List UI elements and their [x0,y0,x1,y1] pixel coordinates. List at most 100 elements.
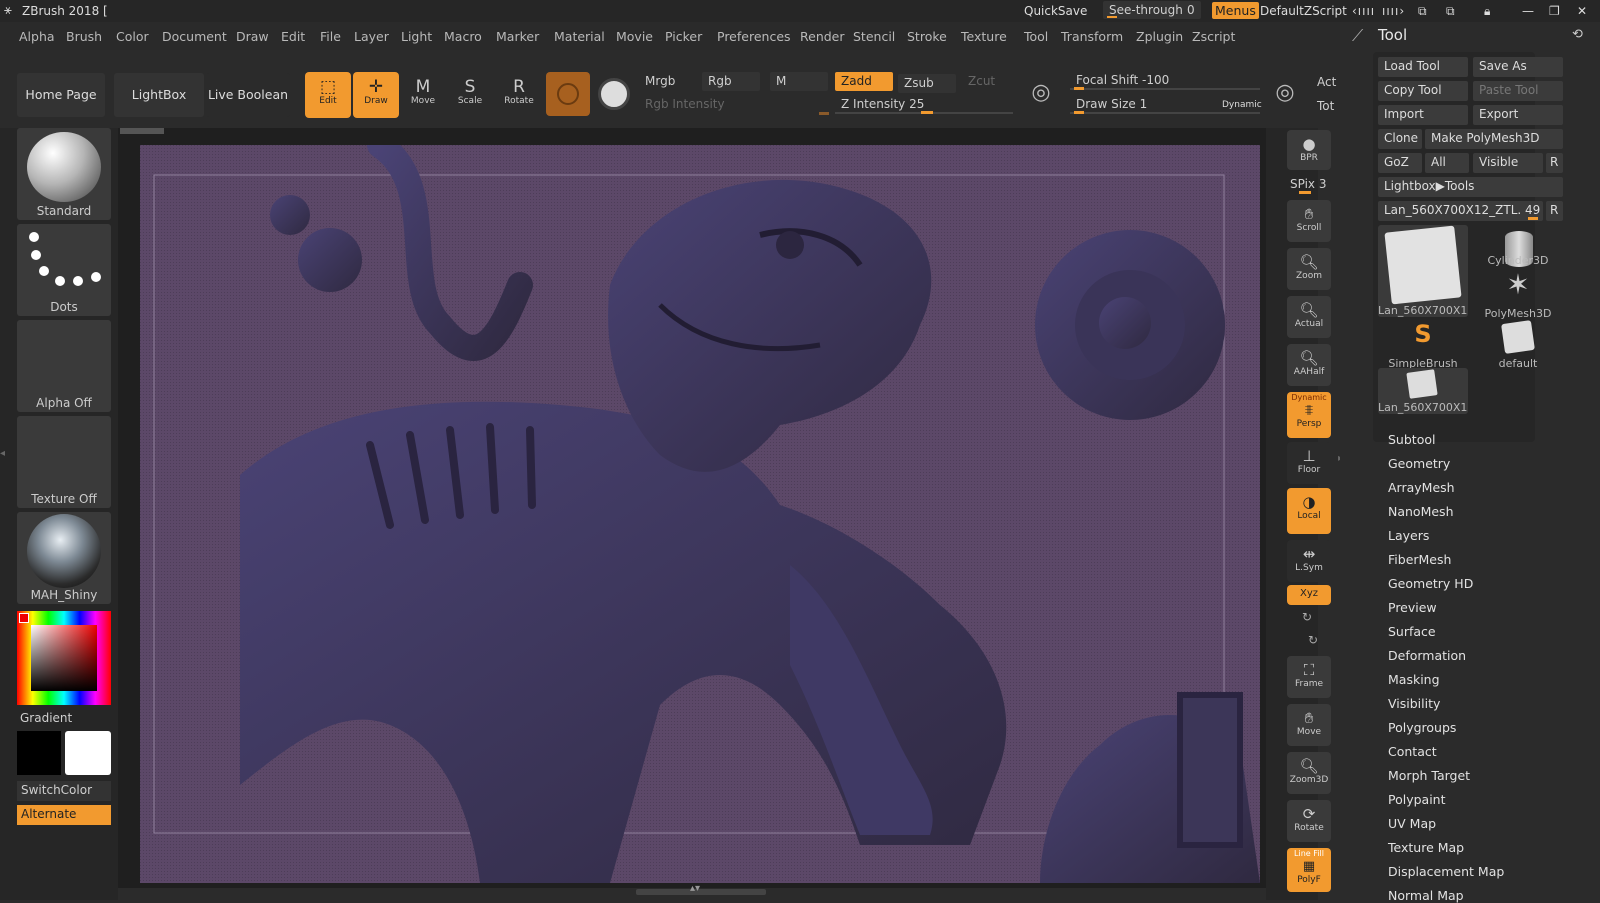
menu-macro[interactable]: Macro [444,29,482,44]
subpalette-displacement-map[interactable]: Displacement Map [1388,864,1504,879]
current-tool-slider[interactable]: Lan_560X700X12_ZTL. 49 [1378,201,1543,221]
goz-button[interactable]: GoZ [1378,153,1422,173]
frame-button[interactable]: ⛶ Frame [1287,656,1331,698]
close-icon[interactable]: ✕ [1577,4,1587,18]
menus-button[interactable]: Menus [1212,2,1259,19]
menu-alpha[interactable]: Alpha [19,29,55,44]
lock-icon[interactable]: 🔒︎ [1484,4,1490,19]
menu-file[interactable]: File [320,29,341,44]
quicksave-button[interactable]: QuickSave [1024,4,1087,18]
zadd-button[interactable]: Zadd [835,72,893,91]
minimize-icon[interactable]: — [1522,4,1534,18]
zcut-button[interactable]: Zcut [962,72,1012,91]
actual-button[interactable]: 🔍︎ Actual [1287,296,1331,338]
subpalette-masking[interactable]: Masking [1388,672,1440,687]
menu-texture[interactable]: Texture [961,29,1007,44]
polyf-button[interactable]: Line Fill ▦ PolyF [1287,848,1331,892]
bar-layout-icon[interactable]: ‹ıııı [1352,4,1375,18]
maximize-icon[interactable]: ❐ [1549,4,1560,18]
z-intensity-slider[interactable]: Z Intensity 25 [835,95,1013,114]
m-button[interactable]: M [770,72,828,91]
tool-thumb-default[interactable]: default [1473,320,1563,370]
menu-movie[interactable]: Movie [616,29,653,44]
clone-button[interactable]: Clone [1378,129,1422,149]
tool-palette-title[interactable]: Tool [1378,26,1407,44]
menu-document[interactable]: Document [162,29,227,44]
gradient-label[interactable]: Gradient [20,711,72,725]
tool-thumb-lan-1[interactable]: Lan_560X700X12 [1378,225,1468,317]
subpalette-morph-target[interactable]: Morph Target [1388,768,1470,783]
menu-edit[interactable]: Edit [281,29,305,44]
home-page-button[interactable]: Home Page [17,73,105,117]
load-tool-button[interactable]: Load Tool [1378,57,1468,77]
menu-color[interactable]: Color [116,29,149,44]
alternate-button[interactable]: Alternate [17,805,111,825]
draw-button[interactable]: ✛ Draw [353,72,399,118]
window-layout-2-icon[interactable]: ⧉ [1446,4,1455,19]
goz-r-button[interactable]: R [1546,153,1563,173]
focal-shift-icon[interactable]: ◎ [1024,80,1058,114]
save-as-button[interactable]: Save As [1473,57,1563,77]
rgb-intensity-slider[interactable]: Rgb Intensity [639,95,829,115]
material-sphere-button[interactable] [546,72,590,116]
copy-tool-button[interactable]: Copy Tool [1378,81,1468,101]
subpalette-nanomesh[interactable]: NanoMesh [1388,504,1454,519]
menu-draw[interactable]: Draw [236,29,269,44]
subpalette-subtool[interactable]: Subtool [1388,432,1435,447]
draw-d-icon[interactable]: ◎ [1268,80,1302,114]
menu-stencil[interactable]: Stencil [853,29,895,44]
goz-visible-button[interactable]: Visible [1473,153,1543,173]
subpalette-preview[interactable]: Preview [1388,600,1437,615]
menu-zscript[interactable]: Zscript [1192,29,1235,44]
subpalette-polypaint[interactable]: Polypaint [1388,792,1446,807]
local-button[interactable]: ◑ Local [1287,488,1331,534]
zsub-button[interactable]: Zsub [898,74,956,93]
move3d-button[interactable]: ✋︎ Move [1287,704,1331,746]
reset-palette-icon[interactable]: ⟲ [1572,27,1583,42]
persp-button[interactable]: Dynamic ⩨ Persp [1287,392,1331,438]
color-picker[interactable] [17,611,111,705]
subpalette-geometry[interactable]: Geometry [1388,456,1450,471]
bpr-button[interactable]: ● BPR [1287,130,1331,170]
secondary-color-swatch[interactable] [17,731,61,775]
subpalette-visibility[interactable]: Visibility [1388,696,1440,711]
canvas-scroll-indicator[interactable] [120,128,164,134]
left-tray-handle[interactable]: ◂ [0,398,8,518]
menu-zplugin[interactable]: Zplugin [1136,29,1183,44]
lsym-button[interactable]: ⇹ L.Sym [1287,540,1331,582]
bottom-tray-handle[interactable]: ▴▾ [636,883,766,895]
scale-button[interactable]: S Scale [447,72,493,118]
subpalette-uv-map[interactable]: UV Map [1388,816,1436,831]
menu-marker[interactable]: Marker [496,29,539,44]
move-button[interactable]: M Move [400,72,446,118]
subpalette-surface[interactable]: Surface [1388,624,1436,639]
viewport-canvas[interactable] [140,145,1260,883]
menu-stroke[interactable]: Stroke [907,29,947,44]
paste-tool-button[interactable]: Paste Tool [1473,81,1563,101]
stroke-selector[interactable]: Dots [17,224,111,316]
bar-layout-2-icon[interactable]: ıııı› [1382,4,1405,18]
current-tool-r-button[interactable]: R [1546,201,1563,221]
rotate-z-icon[interactable]: ↻ [1308,633,1318,647]
rotate3d-button[interactable]: ⟳ Rotate [1287,800,1331,842]
draw-size-slider[interactable]: Draw Size 1 Dynamic [1070,95,1262,114]
aahalf-button[interactable]: 🔍︎ AAHalf [1287,344,1331,386]
goz-all-button[interactable]: All [1425,153,1469,173]
menu-layer[interactable]: Layer [354,29,389,44]
subpalette-texture-map[interactable]: Texture Map [1388,840,1464,855]
draw-size-dynamic[interactable]: Dynamic [1222,100,1262,110]
menu-material[interactable]: Material [554,29,605,44]
mrgb-button[interactable]: Mrgb [639,72,697,91]
spix-slider[interactable]: SPix 3 [1290,177,1326,191]
subpalette-polygroups[interactable]: Polygroups [1388,720,1456,735]
menu-brush[interactable]: Brush [66,29,102,44]
alpha-selector[interactable]: Alpha Off [17,320,111,412]
scroll-button[interactable]: ✋︎ Scroll [1287,200,1331,242]
xyz-button[interactable]: Xyz [1287,585,1331,605]
subpalette-fibermesh[interactable]: FiberMesh [1388,552,1451,567]
export-button[interactable]: Export [1473,105,1563,125]
subpalette-geometry-hd[interactable]: Geometry HD [1388,576,1473,591]
lightbox-button[interactable]: LightBox [114,73,204,117]
zoom3d-button[interactable]: 🔍︎ Zoom3D [1287,752,1331,794]
rgb-button[interactable]: Rgb [702,72,760,91]
